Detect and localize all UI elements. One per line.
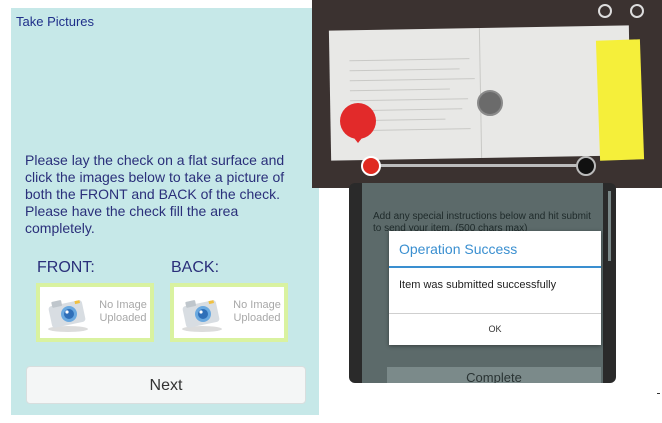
take-pictures-screen: Take Pictures Please lay the check on a … bbox=[11, 8, 319, 415]
next-button[interactable]: Next bbox=[26, 366, 306, 404]
back-image-placeholder: No Image Uploaded bbox=[174, 287, 284, 338]
divider bbox=[657, 393, 660, 394]
back-label: BACK: bbox=[171, 259, 220, 276]
no-image-text: No Image Uploaded bbox=[99, 299, 147, 324]
ok-button[interactable]: OK bbox=[389, 314, 601, 345]
dialog-divider bbox=[389, 266, 601, 268]
zoom-slider-thumb[interactable] bbox=[361, 156, 381, 176]
instructions-text: Please lay the check on a flat surface a… bbox=[25, 152, 285, 236]
front-label: FRONT: bbox=[37, 259, 95, 276]
complete-button[interactable]: Complete bbox=[387, 367, 601, 383]
phone-frame: Add any special instructions below and h… bbox=[349, 183, 616, 383]
sticky-note bbox=[595, 39, 645, 161]
scrollbar[interactable] bbox=[608, 191, 611, 261]
no-image-text: No Image Uploaded bbox=[233, 299, 281, 324]
camera-viewfinder bbox=[312, 0, 662, 188]
page-title: Take Pictures bbox=[16, 14, 95, 29]
success-dialog: Operation Success Item was submitted suc… bbox=[389, 231, 601, 345]
camera-icon bbox=[182, 300, 222, 332]
circle-icon bbox=[630, 4, 644, 18]
map-pin-icon[interactable] bbox=[340, 103, 376, 143]
front-image-placeholder: No Image Uploaded bbox=[40, 287, 150, 338]
shutter-button[interactable] bbox=[576, 156, 596, 176]
camera-icon bbox=[48, 300, 88, 332]
focus-point bbox=[477, 90, 503, 116]
zoom-slider-track[interactable] bbox=[370, 164, 585, 167]
front-image-upload[interactable]: No Image Uploaded bbox=[36, 283, 154, 342]
back-image-upload[interactable]: No Image Uploaded bbox=[170, 283, 288, 342]
dialog-title: Operation Success bbox=[399, 241, 518, 257]
circle-icon bbox=[598, 4, 612, 18]
dialog-message: Item was submitted successfully bbox=[399, 279, 557, 291]
